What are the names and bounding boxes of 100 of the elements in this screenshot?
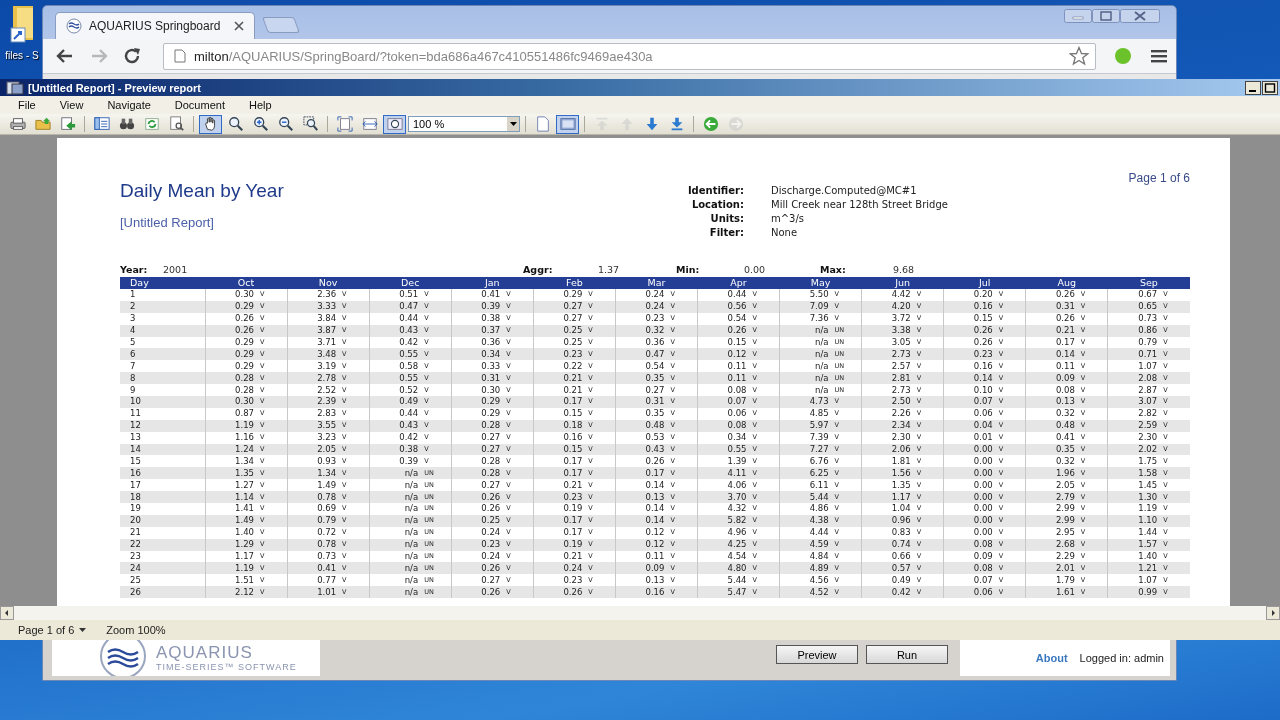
zoom-dropdown[interactable]: 100 % bbox=[408, 116, 520, 132]
field-label: Identifier: bbox=[686, 185, 744, 196]
menu-icon[interactable] bbox=[1150, 48, 1168, 64]
table-cell: 3 bbox=[120, 312, 205, 325]
column-header: Sep bbox=[1107, 277, 1190, 289]
address-bar[interactable]: milton/AQUARIUS/SpringBoard/?token=bda686a467c410551486fc9469ae430a bbox=[163, 42, 1096, 70]
folder-shortcut-icon bbox=[9, 4, 35, 46]
report-subtitle: [Untitled Report] bbox=[120, 215, 215, 230]
export-icon bbox=[59, 116, 76, 132]
table-cell: 21 bbox=[120, 526, 205, 539]
table-cell: 7 bbox=[120, 360, 205, 373]
report-title: Daily Mean by Year bbox=[120, 180, 285, 202]
table-cell: 20 bbox=[120, 514, 205, 527]
column-header: Dec bbox=[369, 277, 452, 289]
column-header: Day bbox=[120, 277, 205, 289]
field-value: None bbox=[771, 227, 799, 238]
column-header: May bbox=[779, 277, 862, 289]
table-cell: 1 bbox=[120, 289, 205, 301]
maximize-icon[interactable] bbox=[1262, 80, 1278, 95]
table-cell: 23 bbox=[120, 550, 205, 563]
field-value: m^3/s bbox=[771, 213, 806, 224]
minimize-icon[interactable] bbox=[1245, 80, 1261, 95]
two-page-icon bbox=[559, 116, 576, 132]
extension-icon[interactable] bbox=[1114, 47, 1132, 65]
table-cell: 16 bbox=[120, 467, 205, 480]
wave-logo-icon bbox=[66, 18, 82, 34]
zoom-level: Zoom 100% bbox=[106, 624, 166, 636]
table-cell: 11 bbox=[120, 407, 205, 420]
table-cell: 4 bbox=[120, 324, 205, 337]
action-button[interactable]: Run bbox=[866, 645, 948, 664]
page-search-icon bbox=[168, 116, 185, 132]
column-header: Apr bbox=[697, 277, 780, 289]
toolbar-button[interactable] bbox=[383, 114, 406, 134]
table-cell: 12 bbox=[120, 419, 205, 432]
page-selector[interactable]: Page 1 of 6 bbox=[18, 624, 87, 636]
zoom-out-icon bbox=[277, 116, 294, 132]
zoom-area-icon bbox=[302, 116, 319, 132]
table-cell: 17 bbox=[120, 479, 205, 492]
close-icon[interactable] bbox=[1120, 9, 1160, 23]
table-cell: 10 bbox=[120, 396, 205, 408]
star-icon[interactable] bbox=[1069, 46, 1089, 66]
column-header: Feb bbox=[533, 277, 616, 289]
toolbar-button[interactable] bbox=[556, 114, 579, 134]
caret-icon bbox=[509, 122, 517, 126]
table-cell: 8 bbox=[120, 372, 205, 385]
logo-tagline: TIME-SERIES™ SOFTWARE bbox=[156, 661, 297, 672]
table-cell: 19 bbox=[120, 503, 205, 515]
table-cell: 2 bbox=[120, 300, 205, 313]
page-number: Page 1 of 6 bbox=[1128, 171, 1190, 187]
page-icon bbox=[534, 116, 551, 132]
summary-value: 1.37 bbox=[598, 264, 621, 275]
menu-item[interactable]: View bbox=[47, 99, 96, 111]
column-header: Jul bbox=[943, 277, 1026, 289]
folder-icon bbox=[34, 116, 51, 132]
login-status: Logged in: admin bbox=[1079, 652, 1164, 664]
table-cell: 26 bbox=[120, 586, 205, 599]
zoom-actual-icon bbox=[386, 116, 403, 132]
back-icon bbox=[702, 116, 719, 132]
caret-icon bbox=[79, 628, 87, 632]
summary-value: 2001 bbox=[163, 264, 189, 275]
table-cell: 14 bbox=[120, 443, 205, 456]
page-icon bbox=[174, 49, 186, 63]
binoculars-icon bbox=[118, 116, 135, 132]
column-header: Oct bbox=[205, 277, 288, 289]
document-icon bbox=[6, 80, 24, 95]
action-button[interactable]: Preview bbox=[776, 645, 858, 664]
horizontal-scrollbar[interactable] bbox=[0, 606, 1280, 620]
table-cell: 15 bbox=[120, 455, 205, 468]
field-value: Mill Creek near 128th Street Bridge bbox=[771, 199, 948, 210]
fit-width-icon bbox=[361, 116, 378, 132]
reload-icon[interactable] bbox=[123, 47, 143, 65]
menu-item[interactable]: File bbox=[6, 99, 48, 111]
table-cell: 9 bbox=[120, 384, 205, 396]
magnifier-icon bbox=[227, 116, 244, 132]
table-cell: 24 bbox=[120, 562, 205, 575]
browser-tab[interactable]: AQUARIUS Springboard bbox=[55, 12, 255, 39]
summary-value: 9.68 bbox=[893, 264, 916, 275]
field-value: Discharge.Computed@MC#1 bbox=[771, 185, 918, 196]
summary-value: 0.00 bbox=[744, 264, 767, 275]
table-cell: 6 bbox=[120, 348, 205, 361]
url-text: milton/AQUARIUS/SpringBoard/?token=bda686a467c410551486fc9469ae430a bbox=[194, 48, 654, 64]
column-header: Nov bbox=[287, 277, 370, 289]
menu-item[interactable]: Navigate bbox=[95, 99, 163, 111]
table-cell: 5 bbox=[120, 336, 205, 349]
desktop-icon-label[interactable]: files - S bbox=[5, 50, 39, 61]
field-label: Filter: bbox=[708, 227, 744, 238]
forward-icon bbox=[727, 116, 744, 132]
column-header: Mar bbox=[615, 277, 698, 289]
about-link[interactable]: About bbox=[1035, 652, 1068, 664]
fit-page-icon bbox=[336, 116, 353, 132]
table-cell: 18 bbox=[120, 491, 205, 504]
table-cell: 25 bbox=[120, 574, 205, 587]
menu-item[interactable]: Help bbox=[236, 99, 284, 111]
toolbar-button[interactable] bbox=[199, 114, 222, 134]
window-title: [Untitled Report] - Preview report bbox=[28, 81, 202, 94]
menu-item[interactable]: Document bbox=[162, 99, 237, 111]
table-cell: 13 bbox=[120, 431, 205, 444]
field-label: Location: bbox=[690, 199, 744, 210]
close-icon bbox=[234, 21, 244, 31]
back-icon[interactable] bbox=[55, 47, 75, 65]
